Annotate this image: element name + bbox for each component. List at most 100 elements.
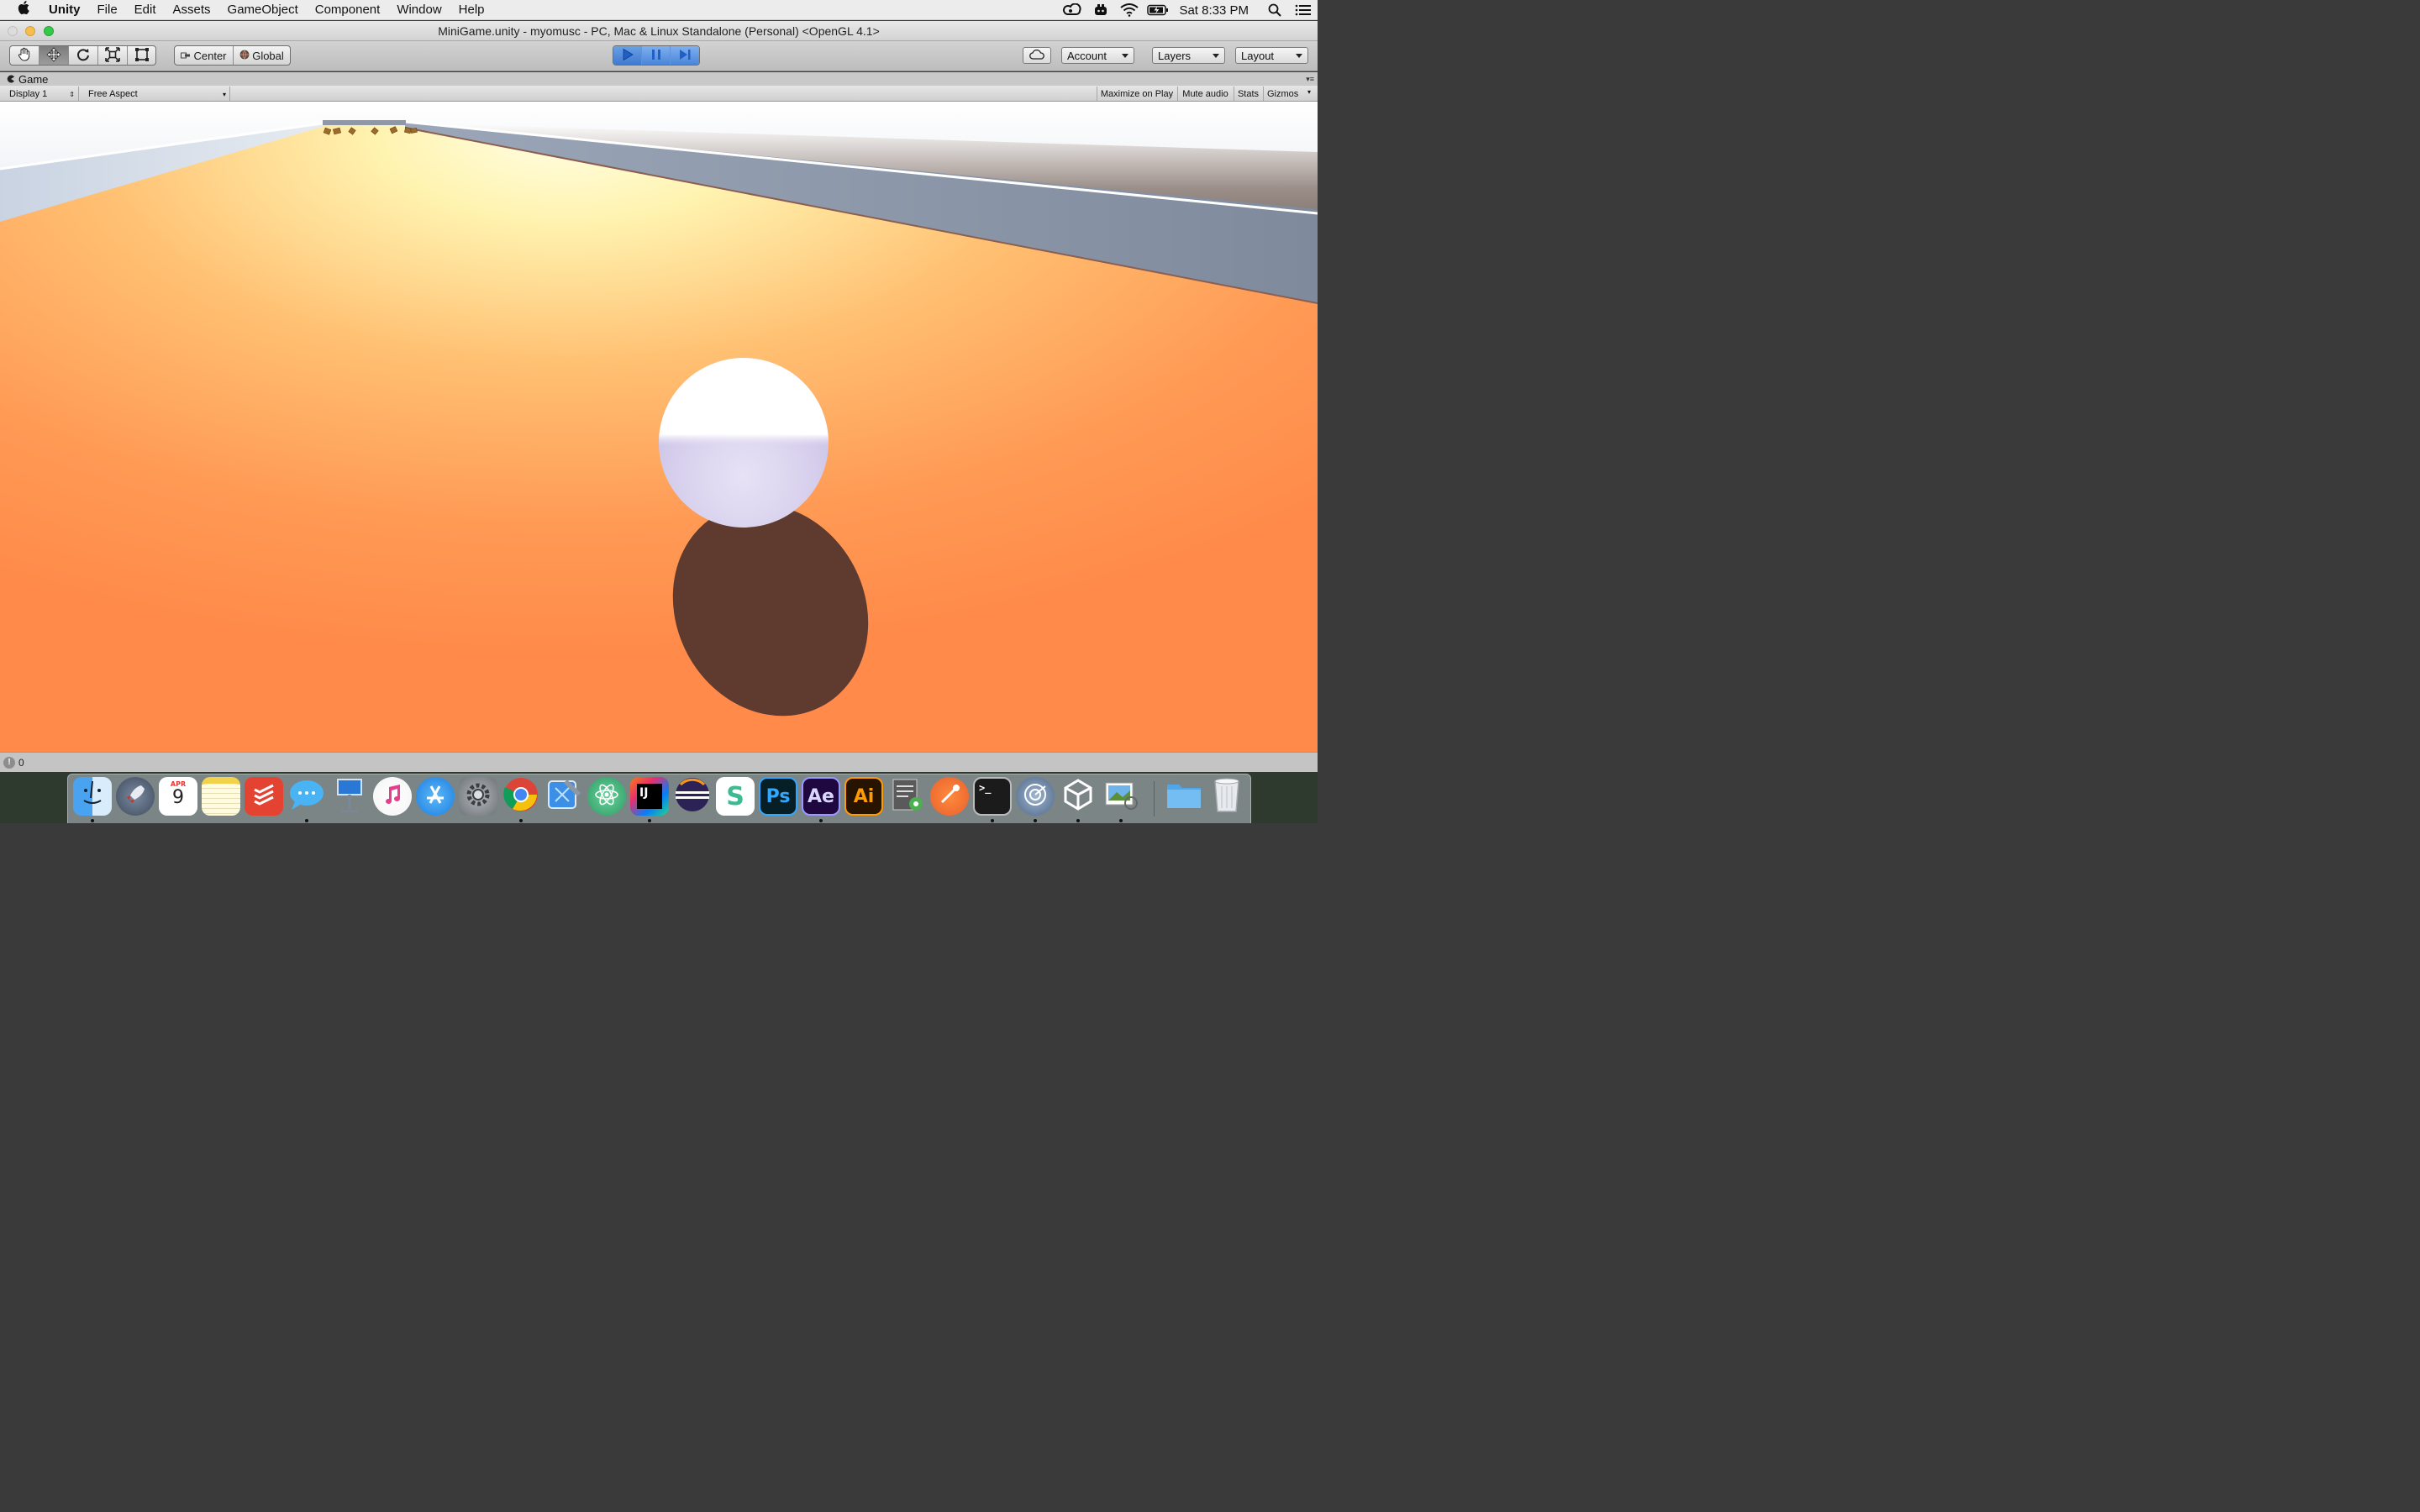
unity-toolbar: Center Global Account Layers Layout	[0, 41, 1318, 71]
script-editor-icon	[888, 777, 925, 816]
pivot-rotation-button[interactable]: Global	[234, 46, 290, 65]
dock-launchpad[interactable]	[116, 777, 155, 816]
dock-photoshop[interactable]: Ps	[759, 777, 797, 816]
dock-xcode[interactable]	[544, 777, 583, 816]
dock-system-preferences[interactable]	[459, 777, 497, 816]
running-indicator	[305, 819, 308, 822]
menu-file[interactable]: File	[89, 3, 126, 17]
stats-label: Stats	[1237, 88, 1260, 99]
dock-chrome[interactable]	[502, 777, 540, 816]
dock-itunes[interactable]	[373, 777, 412, 816]
after-effects-icon: Ae	[808, 785, 834, 807]
trash-icon	[1212, 777, 1242, 816]
game-view-viewport[interactable]	[0, 102, 1318, 752]
dock-todoist[interactable]	[245, 777, 283, 816]
stats-toggle[interactable]: Stats	[1234, 87, 1262, 101]
dock-script-editor[interactable]	[887, 777, 926, 816]
menu-help[interactable]: Help	[450, 3, 493, 17]
maximize-on-play-toggle[interactable]: Maximize on Play	[1097, 87, 1176, 101]
dock-app-store[interactable]	[416, 777, 455, 816]
game-view-toolbar: Display 1 ⇕ Free Aspect ▾ Maximize on Pl…	[0, 86, 1318, 102]
menu-window[interactable]: Window	[388, 3, 450, 17]
menu-component[interactable]: Component	[307, 3, 389, 17]
dock-intellij[interactable]: IJ	[630, 777, 669, 816]
apple-menu-icon[interactable]	[0, 0, 49, 19]
aspect-select[interactable]: Free Aspect ▾	[84, 87, 230, 101]
account-dropdown[interactable]: Account	[1061, 47, 1134, 64]
dock-messages[interactable]	[287, 777, 326, 816]
panel-options-icon[interactable]: ▾≡	[1306, 75, 1314, 84]
game-panel-tabbar: Game ▾≡	[0, 72, 1318, 86]
pivot-rotation-label: Global	[252, 49, 284, 62]
rect-tool-button[interactable]	[128, 46, 155, 65]
dock-illustrator[interactable]: Ai	[844, 777, 883, 816]
menu-gameobject[interactable]: GameObject	[219, 3, 307, 17]
menu-app-unity[interactable]: Unity	[49, 3, 89, 17]
chrome-icon	[502, 777, 539, 816]
layout-dropdown[interactable]: Layout	[1235, 47, 1308, 64]
player-ball	[659, 358, 829, 528]
dock-after-effects[interactable]: Ae	[802, 777, 840, 816]
layers-dropdown[interactable]: Layers	[1152, 47, 1225, 64]
wifi-icon[interactable]	[1115, 0, 1144, 20]
menu-assets[interactable]: Assets	[165, 3, 219, 17]
battery-icon[interactable]	[1144, 0, 1172, 20]
console-status-bar[interactable]: ! 0	[0, 752, 1318, 772]
hand-tool-button[interactable]	[10, 46, 39, 65]
display-select-value: Display 1	[9, 88, 48, 99]
maximize-on-play-label: Maximize on Play	[1100, 88, 1174, 99]
play-icon	[621, 48, 634, 64]
running-indicator	[819, 819, 823, 822]
tab-game-label: Game	[18, 72, 49, 86]
gizmos-dropdown[interactable]: Gizmos ▾	[1263, 87, 1313, 101]
dock-calendar[interactable]: APR 9	[159, 777, 197, 816]
pause-button[interactable]	[642, 46, 671, 65]
move-tool-button[interactable]	[39, 46, 69, 65]
dock-postman[interactable]	[930, 777, 969, 816]
transform-tools	[9, 45, 156, 66]
pivot-mode-button[interactable]: Center	[175, 46, 234, 65]
aspect-select-value: Free Aspect	[88, 88, 138, 99]
postman-icon	[937, 782, 962, 811]
keynote-icon	[333, 777, 366, 816]
rect-transform-icon	[134, 47, 150, 65]
window-zoom-button[interactable]	[44, 26, 54, 36]
tab-game[interactable]: Game	[7, 72, 48, 86]
dock-separator	[1154, 781, 1155, 816]
rocket-icon	[123, 782, 148, 811]
step-button[interactable]	[671, 46, 699, 65]
notification-center-icon[interactable]	[1289, 0, 1318, 20]
running-indicator	[1076, 819, 1080, 822]
dock-slack[interactable]: S	[716, 777, 755, 816]
slack-icon: S	[726, 781, 744, 811]
xcode-icon	[545, 777, 582, 816]
spotlight-search-icon[interactable]	[1260, 0, 1289, 20]
menu-edit[interactable]: Edit	[126, 3, 165, 17]
dock-preview[interactable]	[1102, 777, 1140, 816]
finder-icon	[76, 778, 109, 815]
display-select[interactable]: Display 1 ⇕	[5, 87, 79, 101]
dock-dashlane[interactable]	[1016, 777, 1055, 816]
window-minimize-button[interactable]	[25, 26, 35, 36]
dock-trash[interactable]	[1207, 777, 1246, 816]
dock-downloads-folder[interactable]	[1165, 777, 1203, 816]
dock-terminal[interactable]: >_	[973, 777, 1012, 816]
cloud-icon	[1029, 49, 1044, 62]
mute-audio-toggle[interactable]: Mute audio	[1177, 87, 1233, 101]
game-controller-icon[interactable]	[1086, 0, 1115, 20]
scale-icon	[105, 46, 120, 65]
dock-keynote[interactable]	[330, 777, 369, 816]
scale-tool-button[interactable]	[98, 46, 128, 65]
dock: APR 9 IJ S Ps Ae Ai >_	[67, 774, 1251, 823]
dock-atom[interactable]	[587, 777, 626, 816]
dock-notes[interactable]	[202, 777, 240, 816]
menubar-clock[interactable]: Sat 8:33 PM	[1172, 3, 1260, 18]
window-close-button[interactable]	[8, 26, 18, 36]
collab-cloud-button[interactable]	[1023, 47, 1051, 64]
dock-unity[interactable]	[1059, 777, 1097, 816]
dock-eclipse[interactable]	[673, 777, 712, 816]
creative-cloud-icon[interactable]	[1058, 0, 1086, 20]
play-button[interactable]	[613, 46, 642, 65]
rotate-tool-button[interactable]	[69, 46, 98, 65]
dock-finder[interactable]	[73, 777, 112, 816]
